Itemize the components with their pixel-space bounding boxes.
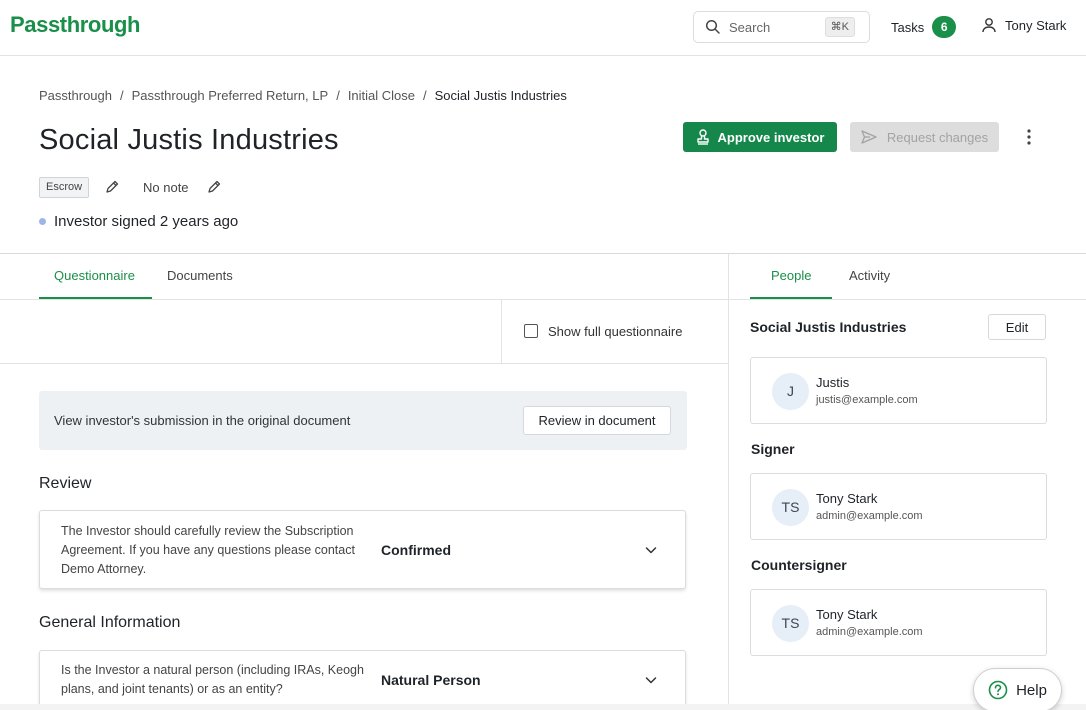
countersigner-heading: Countersigner [751,557,847,573]
investor-status-text: Investor signed 2 years ago [54,213,239,230]
person-card-signer: TS Tony Stark admin@example.com [750,473,1047,540]
original-document-banner: View investor's submission in the origin… [39,391,687,450]
note-text: No note [143,180,189,195]
question-text: Is the Investor a natural person (includ… [61,663,364,696]
request-changes-button[interactable]: Request changes [850,122,999,152]
avatar: TS [772,605,809,642]
search-label: Search [729,20,771,35]
show-full-questionnaire-label[interactable]: Show full questionnaire [548,324,682,339]
person-email: admin@example.com [816,626,923,638]
signer-heading: Signer [751,441,795,457]
tab-activity[interactable]: Activity [849,268,890,283]
edit-note-pencil-icon[interactable] [206,179,222,195]
tasks-label: Tasks [891,19,925,35]
breadcrumb-current: Social Justis Industries [434,88,567,103]
person-card-investor: J Justis justis@example.com [750,357,1047,424]
tasks-button[interactable]: Tasks 6 [891,16,957,38]
escrow-tag: Escrow [39,177,90,198]
breadcrumb-item[interactable]: Passthrough [39,88,112,103]
status-dot [39,218,46,225]
tab-documents[interactable]: Documents [167,268,233,283]
toolbar-divider [501,300,502,363]
search-icon [705,19,720,34]
person-name: Justis [816,375,850,390]
avatar: J [772,373,809,410]
help-circle-icon [988,680,1008,700]
header-divider [0,253,1086,254]
question-text: The Investor should carefully review the… [61,524,355,576]
person-name: Tony Stark [816,491,878,506]
show-full-questionnaire-checkbox[interactable] [524,324,538,338]
tabs-divider [729,299,1086,300]
breadcrumb-separator: / [336,88,340,103]
search-box[interactable]: Search ⌘K [693,11,870,43]
breadcrumb-separator: / [120,88,124,103]
bottom-shade [0,704,1086,710]
tasks-count-badge: 6 [932,16,957,38]
toolbar-bottom-border [0,363,728,364]
person-email: justis@example.com [816,394,918,406]
tabs-divider [0,299,728,300]
search-shortcut-hint: ⌘K [824,17,855,37]
person-email: admin@example.com [816,510,923,522]
tab-people[interactable]: People [771,268,811,283]
top-navigation-bar: Passthrough Search ⌘K Tasks 6 Tony Stark [0,0,1086,56]
tab-questionnaire[interactable]: Questionnaire [54,268,135,283]
review-in-document-button[interactable]: Review in document [523,406,671,435]
user-icon [982,18,996,33]
edit-tag-pencil-icon[interactable] [104,179,120,195]
request-changes-label: Request changes [886,129,989,145]
answer-text: Confirmed [381,542,451,558]
approve-investor-button[interactable]: Approve investor [683,122,837,152]
answer-text: Natural Person [381,672,481,688]
edit-people-button[interactable]: Edit [988,314,1046,340]
section-title-general-information: General Information [39,614,181,631]
more-options-icon[interactable] [1020,126,1038,148]
chevron-down-icon[interactable] [644,673,658,687]
breadcrumb-item[interactable]: Passthrough Preferred Return, LP [132,88,329,103]
send-icon [861,130,877,144]
investor-entity-name: Social Justis Industries [750,319,907,335]
chevron-down-icon[interactable] [644,543,658,557]
passthrough-logo[interactable]: Passthrough [10,12,140,38]
section-title-review: Review [39,475,92,492]
breadcrumb-item[interactable]: Initial Close [348,88,415,103]
column-divider [728,254,729,710]
help-label: Help [1016,681,1047,699]
approve-investor-label: Approve investor [717,129,825,145]
breadcrumb: Passthrough / Passthrough Preferred Retu… [39,88,567,103]
question-card[interactable]: Is the Investor a natural person (includ… [39,650,686,710]
banner-text: View investor's submission in the origin… [54,413,351,428]
avatar: TS [772,489,809,526]
user-menu[interactable]: Tony Stark [981,17,1066,33]
question-card[interactable]: The Investor should carefully review the… [39,510,686,589]
person-card-countersigner: TS Tony Stark admin@example.com [750,589,1047,656]
person-name: Tony Stark [816,607,878,622]
stamp-icon [696,129,709,145]
help-button[interactable]: Help [973,668,1062,710]
page-title: Social Justis Industries [39,124,339,156]
user-name: Tony Stark [1005,17,1067,33]
breadcrumb-separator: / [423,88,427,103]
